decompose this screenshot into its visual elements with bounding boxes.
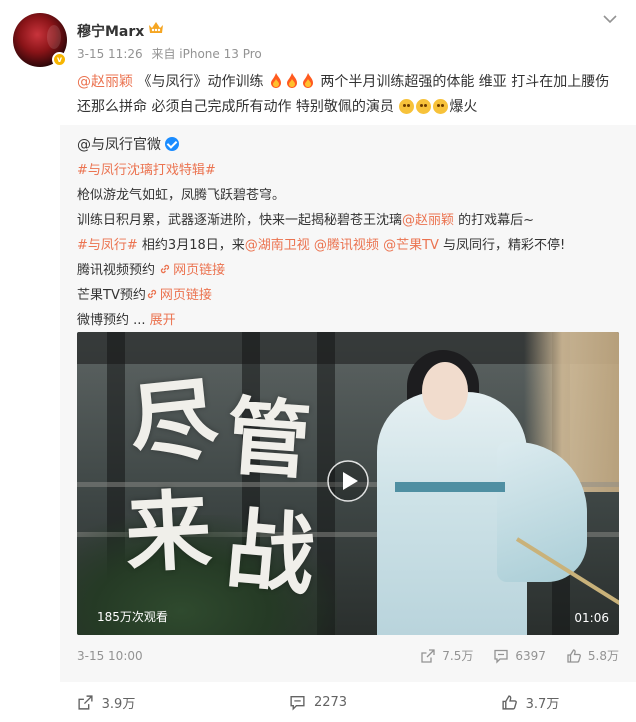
author-name[interactable]: 穆宁Marx (77, 21, 144, 41)
repost-line: 枪似游龙气如虹，凤腾飞跃碧苍穹。 (77, 188, 286, 203)
repost-comment-button[interactable]: 6397 (493, 647, 546, 664)
share-button[interactable]: 3.9万 (0, 682, 212, 722)
mention-link[interactable]: @赵丽颖 (77, 74, 133, 90)
view-count: 185万次观看 (97, 610, 168, 624)
verified-icon (165, 137, 179, 151)
repost-text: #与凤行沈璃打戏特辑# 枪似游龙气如虹，凤腾飞跃碧苍穹。 训练日积月累，武器逐渐… (77, 158, 622, 333)
emoji-icon (416, 99, 432, 114)
fire-icon (286, 73, 297, 88)
video-figure (422, 362, 468, 420)
hashtag-link[interactable]: #与凤行沈璃打戏特辑# (77, 163, 216, 178)
emoji-icon (433, 99, 449, 114)
mention-link[interactable]: @芒果TV (383, 238, 439, 253)
video-figure (395, 482, 505, 492)
repost-line: 与凤同行，精彩不停! (438, 238, 566, 253)
post-text-segment: 《与凤行》动作训练 (133, 74, 268, 90)
repost-like-button[interactable]: 5.8万 (566, 647, 619, 664)
post-time[interactable]: 3-15 11:26 (77, 47, 143, 61)
video-player[interactable]: 尽 管 来 战 185万次观看 01:06 (77, 332, 619, 635)
play-icon[interactable] (327, 460, 369, 502)
comment-icon (290, 695, 305, 711)
web-link[interactable]: 网页链接 (159, 263, 225, 278)
fire-icon (302, 73, 313, 88)
share-icon (421, 648, 435, 663)
link-icon (147, 289, 157, 299)
repost-line: 腾讯视频预约 (77, 263, 160, 278)
thumbs-up-icon (502, 694, 517, 710)
post-source: 来自 iPhone 13 Pro (151, 47, 262, 61)
like-count: 3.7万 (525, 696, 560, 712)
comment-button[interactable]: 2273 (212, 682, 424, 722)
mention-link[interactable]: @赵丽颖 (402, 213, 454, 228)
expand-link[interactable]: 展开 (150, 313, 176, 328)
repost-author-name[interactable]: @与凤行官微 (77, 137, 161, 153)
video-duration: 01:06 (574, 611, 609, 625)
video-title-char: 来 (122, 479, 215, 586)
post-text-segment: 爆火 (449, 99, 478, 115)
post-footer: 3.9万 2273 3.7万 (0, 682, 636, 722)
thumbs-up-icon (567, 648, 581, 663)
post-meta: 3-15 11:26 来自 iPhone 13 Pro (77, 45, 267, 62)
repost-line: 芒果TV预约 (77, 288, 146, 303)
fire-icon (270, 73, 281, 88)
vip-badge-icon: v (52, 52, 67, 67)
mention-link[interactable]: @湖南卫视 (245, 238, 310, 253)
web-link[interactable]: 网页链接 (146, 288, 212, 303)
repost-time[interactable]: 3-15 10:00 (77, 649, 143, 663)
video-title-char: 管 (223, 386, 314, 491)
video-title-char: 战 (222, 496, 319, 608)
repost-author[interactable]: @与凤行官微 (77, 134, 179, 154)
share-count: 3.9万 (101, 696, 136, 712)
repost-block[interactable]: @与凤行官微 #与凤行沈璃打戏特辑# 枪似游龙气如虹，凤腾飞跃碧苍穹。 训练日积… (60, 125, 636, 682)
comment-count: 2273 (313, 694, 348, 710)
repost-line: 训练日积月累，武器逐渐进阶，快来一起揭秘碧苍王沈璃 (77, 213, 403, 228)
repost-line: 微博预约 ... (77, 313, 146, 328)
repost-line: 相约3月18日，来 (137, 238, 245, 253)
emoji-icon (399, 99, 415, 114)
mention-link[interactable]: @腾讯视频 (314, 238, 379, 253)
repost-share-button[interactable]: 7.5万 (420, 647, 473, 664)
web-link-label: 网页链接 (159, 288, 212, 303)
chevron-down-icon[interactable] (602, 13, 618, 25)
weibo-post: v 穆宁Marx 3-15 11:26 来自 iPhone 13 Pro @赵丽… (0, 0, 636, 722)
web-link-label: 网页链接 (173, 263, 226, 278)
like-count: 5.8万 (587, 649, 619, 663)
repost-actions: 7.5万 6397 5.8万 (420, 647, 619, 664)
link-icon (160, 264, 170, 274)
crown-icon (149, 22, 163, 33)
comment-count: 6397 (515, 648, 546, 663)
like-button[interactable]: 3.7万 (424, 682, 636, 722)
repost-line: 的打戏幕后~ (454, 213, 535, 228)
hashtag-link[interactable]: #与凤行# (77, 238, 138, 253)
share-count: 7.5万 (442, 649, 474, 663)
comment-icon (494, 649, 509, 664)
share-icon (78, 694, 93, 710)
post-text: @赵丽颖 《与凤行》动作训练 两个半月训练超强的体能 维亚 打斗在加上腰伤 还那… (77, 70, 617, 120)
